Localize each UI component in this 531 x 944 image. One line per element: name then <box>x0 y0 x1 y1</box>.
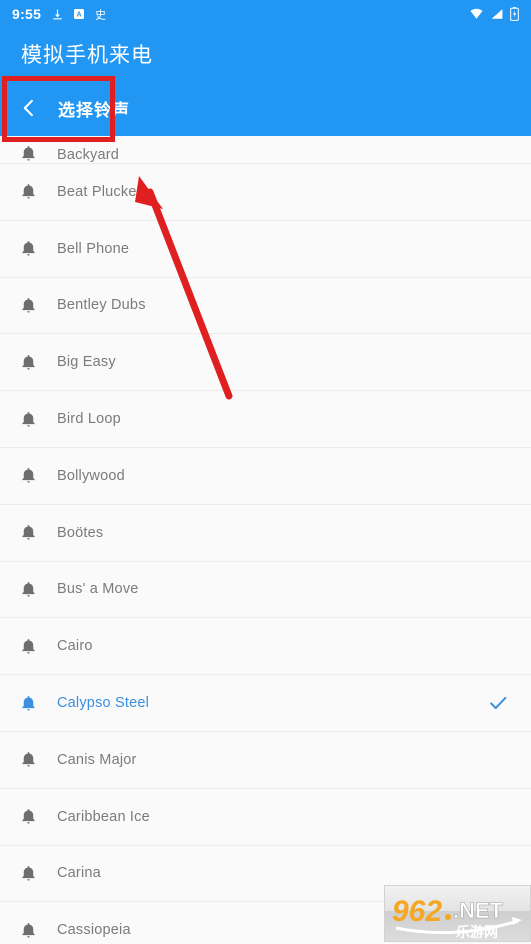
ringtone-row[interactable]: Bentley Dubs <box>0 277 531 335</box>
ringtone-list[interactable]: Backyard Beat Plucker Bell Phone Bentley Du… <box>0 136 531 944</box>
ringtone-row[interactable]: Bird Loop <box>0 391 531 448</box>
bell-icon <box>0 410 57 429</box>
ringtone-label: Beat Plucker <box>57 183 142 200</box>
bell-icon <box>0 182 57 201</box>
ringtone-label: Bentley Dubs <box>57 297 146 314</box>
bell-icon <box>0 637 57 656</box>
translate-icon: 史 <box>94 8 107 21</box>
svg-text:史: 史 <box>95 8 106 21</box>
watermark-number: 962 <box>392 895 442 928</box>
bell-icon <box>0 750 57 769</box>
back-button[interactable] <box>6 85 52 131</box>
status-bar-clock: 9:55 <box>12 6 42 22</box>
svg-text:A: A <box>77 12 82 19</box>
watermark-logo: 962 .NET 乐游网 <box>384 885 531 942</box>
ringtone-label: Calypso Steel <box>57 695 150 712</box>
ringtone-label: Canis Major <box>57 751 137 768</box>
status-bar: 9:55 A 史 <box>0 0 531 28</box>
wifi-icon <box>469 8 484 20</box>
bell-icon <box>0 466 57 485</box>
status-bar-notification-icons: A 史 <box>51 8 107 21</box>
ringtone-row[interactable]: Calypso Steel <box>0 675 531 732</box>
battery-icon <box>510 7 519 21</box>
phone-screen: 9:55 A 史 模拟手机来电 选择铃声 Backyard Beat Pluck… <box>0 0 531 944</box>
bell-icon <box>0 921 57 940</box>
ringtone-row[interactable]: Caribbean Ice <box>0 788 531 846</box>
ringtone-label: Bollywood <box>57 467 125 484</box>
ringtone-label: Backyard <box>57 147 120 163</box>
chevron-left-icon <box>23 99 33 117</box>
ringtone-row[interactable]: Canis Major <box>0 731 531 789</box>
ringtone-row[interactable]: Boötes <box>0 504 531 562</box>
watermark-domain: .NET <box>453 898 504 923</box>
bell-icon <box>0 694 57 713</box>
signal-icon <box>490 8 504 20</box>
ringtone-label: Bus' a Move <box>57 581 139 598</box>
status-bar-system-icons <box>469 7 519 21</box>
bell-icon <box>0 807 57 826</box>
ringtone-picker-title: 选择铃声 <box>58 100 130 120</box>
ringtone-label: Cairo <box>57 638 93 655</box>
watermark-chinese: 乐游网 <box>456 924 498 940</box>
ringtone-label: Big Easy <box>57 354 116 371</box>
download-icon <box>51 8 64 21</box>
ringtone-row[interactable]: Beat Plucker <box>0 164 531 221</box>
ringtone-row[interactable]: Bus' a Move <box>0 561 531 619</box>
ringtone-picker-header: 选择铃声 <box>0 80 531 136</box>
ringtone-label: Bell Phone <box>57 240 130 257</box>
ringtone-row[interactable]: Bollywood <box>0 447 531 505</box>
bell-icon <box>0 144 57 163</box>
bell-icon <box>0 296 57 315</box>
ringtone-row[interactable]: Bell Phone <box>0 220 531 278</box>
bell-icon <box>0 523 57 542</box>
bell-icon <box>0 353 57 372</box>
a-badge-icon: A <box>73 8 85 20</box>
bell-icon <box>0 864 57 883</box>
ringtone-label: Bird Loop <box>57 411 121 428</box>
ringtone-row[interactable]: Cairo <box>0 618 531 676</box>
ringtone-label: Cassiopeia <box>57 922 131 939</box>
ringtone-label: Caribbean Ice <box>57 808 150 825</box>
ringtone-row[interactable]: Big Easy <box>0 334 531 392</box>
app-title: 模拟手机来电 <box>21 44 153 67</box>
ringtone-row[interactable]: Backyard <box>0 136 531 164</box>
bell-icon <box>0 239 57 258</box>
ringtone-label: Boötes <box>57 524 104 541</box>
app-bar: 模拟手机来电 <box>0 28 531 80</box>
check-icon <box>487 692 509 714</box>
bell-icon <box>0 580 57 599</box>
ringtone-label: Carina <box>57 865 101 882</box>
